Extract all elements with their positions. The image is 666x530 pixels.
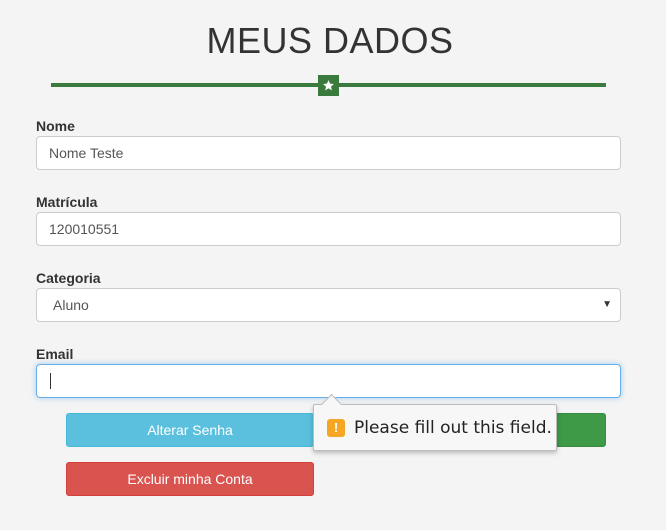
nome-input[interactable]: Nome Teste — [36, 136, 621, 170]
categoria-label: Categoria — [36, 270, 101, 286]
excluir-conta-button[interactable]: Excluir minha Conta — [66, 462, 314, 496]
matricula-label: Matrícula — [36, 194, 98, 210]
warning-icon: ! — [327, 418, 345, 437]
categoria-select[interactable]: Aluno ▼ — [36, 288, 621, 322]
nome-value: Nome Teste — [49, 145, 124, 161]
matricula-value: 120010551 — [49, 221, 120, 237]
tooltip-message: Please fill out this field. — [354, 417, 552, 438]
star-icon — [318, 75, 339, 96]
page-title: MEUS DADOS — [206, 20, 454, 61]
email-label: Email — [36, 346, 74, 362]
validation-tooltip: ! Please fill out this field. — [313, 393, 557, 451]
email-input[interactable] — [36, 364, 621, 398]
categoria-value: Aluno — [53, 297, 89, 313]
dropdown-arrow-icon: ▼ — [602, 299, 612, 310]
matricula-input[interactable]: 120010551 — [36, 212, 621, 246]
nome-label: Nome — [36, 118, 75, 134]
alterar-senha-button[interactable]: Alterar Senha — [66, 413, 314, 447]
text-cursor — [50, 373, 51, 389]
